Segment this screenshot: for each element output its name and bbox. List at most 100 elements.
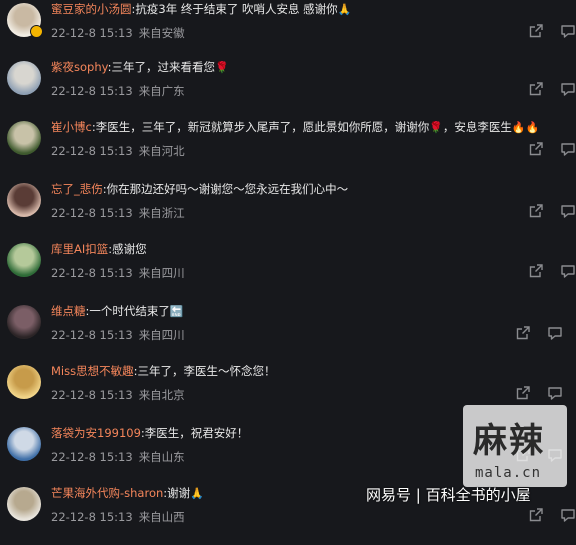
reply-icon[interactable] [560, 507, 576, 523]
username-link[interactable]: 落袋为安199109 [51, 426, 141, 440]
comment-text: :感谢您 [108, 242, 147, 256]
comment-location: 来自浙江 [138, 206, 185, 220]
share-icon[interactable] [528, 23, 544, 39]
emoji-icon: 🙏 [337, 3, 352, 16]
comment-location: 来自山西 [138, 510, 185, 524]
comment-timestamp: 22-12-8 15:13 [51, 84, 133, 98]
comment-location: 来自四川 [138, 328, 185, 342]
watermark-logo-text: 麻辣 [473, 421, 545, 461]
reply-icon[interactable] [560, 263, 576, 279]
avatar-image [7, 61, 41, 95]
reply-icon[interactable] [547, 385, 563, 401]
share-icon[interactable] [528, 203, 544, 219]
share-icon[interactable] [528, 507, 544, 523]
comment-line: 崔小博c:李医生，三年了，新冠就算步入尾声了，愿此景如你所愿，谢谢你🌹，安息李医… [51, 120, 539, 135]
username-link[interactable]: 库里AI扣篮 [51, 242, 108, 256]
comment-timestamp: 22-12-8 15:13 [51, 450, 133, 464]
comment-item: 忘了_悲伤:你在那边还好吗～谢谢您～您永远在我们心中～ 22-12-8 15:13… [0, 180, 576, 241]
emoji-icon: 🙏 [190, 487, 204, 500]
avatar-image [7, 183, 41, 217]
comment-timestamp: 22-12-8 15:13 [51, 328, 133, 342]
username-link[interactable]: Miss思想不敏趣 [51, 364, 134, 378]
watermark-credit: 网易号 | 百科全书的小屋 [366, 486, 531, 504]
share-icon[interactable] [528, 81, 544, 97]
reply-icon[interactable] [560, 203, 576, 219]
comment-text: :抗疫3年 终于结束了 吹哨人安息 感谢你 [131, 2, 338, 16]
share-icon[interactable] [528, 263, 544, 279]
username-link[interactable]: 紫夜sophy [51, 60, 108, 74]
comment-timestamp: 22-12-8 15:13 [51, 510, 133, 524]
avatar[interactable] [7, 243, 41, 277]
comment-text: :三年了，李医生～怀念您！ [133, 364, 276, 378]
verified-badge-icon [30, 25, 43, 38]
avatar-image [7, 243, 41, 277]
comment-meta: 22-12-8 15:13 来自河北 [51, 144, 185, 159]
comment-meta: 22-12-8 15:13 来自广东 [51, 84, 185, 99]
comment-item: 崔小博c:李医生，三年了，新冠就算步入尾声了，愿此景如你所愿，谢谢你🌹，安息李医… [0, 118, 576, 179]
comment-line: 落袋为安199109:李医生，祝君安好！ [51, 426, 248, 441]
comment-line: 忘了_悲伤:你在那边还好吗～谢谢您～您永远在我们心中～ [51, 182, 348, 197]
avatar-image [7, 487, 41, 521]
emoji-icon: 🌹 [429, 121, 443, 134]
comment-text: :三年了，过来看看您 [107, 60, 215, 74]
comment-location: 来自河北 [138, 144, 185, 158]
comment-item: 紫夜sophy:三年了，过来看看您🌹 22-12-8 15:13 来自广东 [0, 58, 576, 119]
username-link[interactable]: 芒果海外代购-sharon [51, 486, 163, 500]
share-icon[interactable] [515, 385, 531, 401]
avatar-image [7, 121, 41, 155]
avatar[interactable] [7, 183, 41, 217]
comment-meta: 22-12-8 15:13 来自安徽 [51, 26, 185, 41]
comment-line: Miss思想不敏趣:三年了，李医生～怀念您！ [51, 364, 275, 379]
reply-icon[interactable] [547, 325, 563, 341]
comment-location: 来自四川 [138, 266, 185, 280]
fire-emoji-icon: 🔥🔥 [511, 121, 540, 134]
reply-icon[interactable] [560, 23, 576, 39]
avatar[interactable] [7, 365, 41, 399]
emoji-icon: 🔚 [169, 305, 184, 318]
comment-line: 蜜豆家的小汤圆:抗疫3年 终于结束了 吹哨人安息 感谢你🙏 [51, 2, 351, 17]
comment-text: :李医生，祝君安好！ [140, 426, 249, 440]
comment-line: 紫夜sophy:三年了，过来看看您🌹 [51, 60, 229, 75]
avatar[interactable] [7, 121, 41, 155]
comment-text-continued: ，安息李医生 [442, 120, 512, 134]
avatar[interactable] [7, 61, 41, 95]
share-icon[interactable] [515, 325, 531, 341]
comment-item: 蜜豆家的小汤圆:抗疫3年 终于结束了 吹哨人安息 感谢你🙏 22-12-8 15:… [0, 0, 576, 61]
watermark-logo: 麻辣 mala.cn [463, 405, 567, 487]
avatar[interactable] [7, 427, 41, 461]
comment-text: :你在那边还好吗～谢谢您～您永远在我们心中～ [102, 182, 349, 196]
comment-line: 库里AI扣篮:感谢您 [51, 242, 147, 257]
avatar-image [7, 427, 41, 461]
comment-location: 来自北京 [138, 388, 185, 402]
avatar[interactable] [7, 487, 41, 521]
comment-meta: 22-12-8 15:13 来自北京 [51, 388, 185, 403]
comment-location: 来自安徽 [138, 26, 185, 40]
comment-text: :一个时代结束了 [85, 304, 170, 318]
share-icon[interactable] [528, 141, 544, 157]
username-link[interactable]: 崔小博c [51, 120, 92, 134]
comment-timestamp: 22-12-8 15:13 [51, 266, 133, 280]
comment-location: 来自广东 [138, 84, 185, 98]
reply-icon[interactable] [560, 81, 576, 97]
comment-location: 来自山东 [138, 450, 185, 464]
comment-item: 库里AI扣篮:感谢您 22-12-8 15:13 来自四川 [0, 240, 576, 301]
comment-meta: 22-12-8 15:13 来自山西 [51, 510, 185, 525]
comment-line: 维点糖:一个时代结束了🔚 [51, 304, 184, 319]
emoji-icon: 🌹 [214, 61, 229, 74]
username-link[interactable]: 忘了_悲伤 [51, 182, 103, 196]
avatar[interactable] [7, 305, 41, 339]
comment-item: 维点糖:一个时代结束了🔚 22-12-8 15:13 来自四川 [0, 302, 576, 363]
comment-text: :李医生，三年了，新冠就算步入尾声了，愿此景如你所愿，谢谢你 [91, 120, 430, 134]
comment-timestamp: 22-12-8 15:13 [51, 388, 133, 402]
reply-icon[interactable] [560, 141, 576, 157]
avatar-image [7, 305, 41, 339]
comment-timestamp: 22-12-8 15:13 [51, 206, 133, 220]
comment-timestamp: 22-12-8 15:13 [51, 144, 133, 158]
username-link[interactable]: 蜜豆家的小汤圆 [51, 2, 132, 16]
comment-line: 芒果海外代购-sharon:谢谢🙏 [51, 486, 204, 501]
comment-text: :谢谢 [163, 486, 191, 500]
comment-meta: 22-12-8 15:13 来自四川 [51, 328, 185, 343]
comment-meta: 22-12-8 15:13 来自浙江 [51, 206, 185, 221]
watermark-logo-domain: mala.cn [475, 465, 542, 481]
username-link[interactable]: 维点糖 [51, 304, 86, 318]
